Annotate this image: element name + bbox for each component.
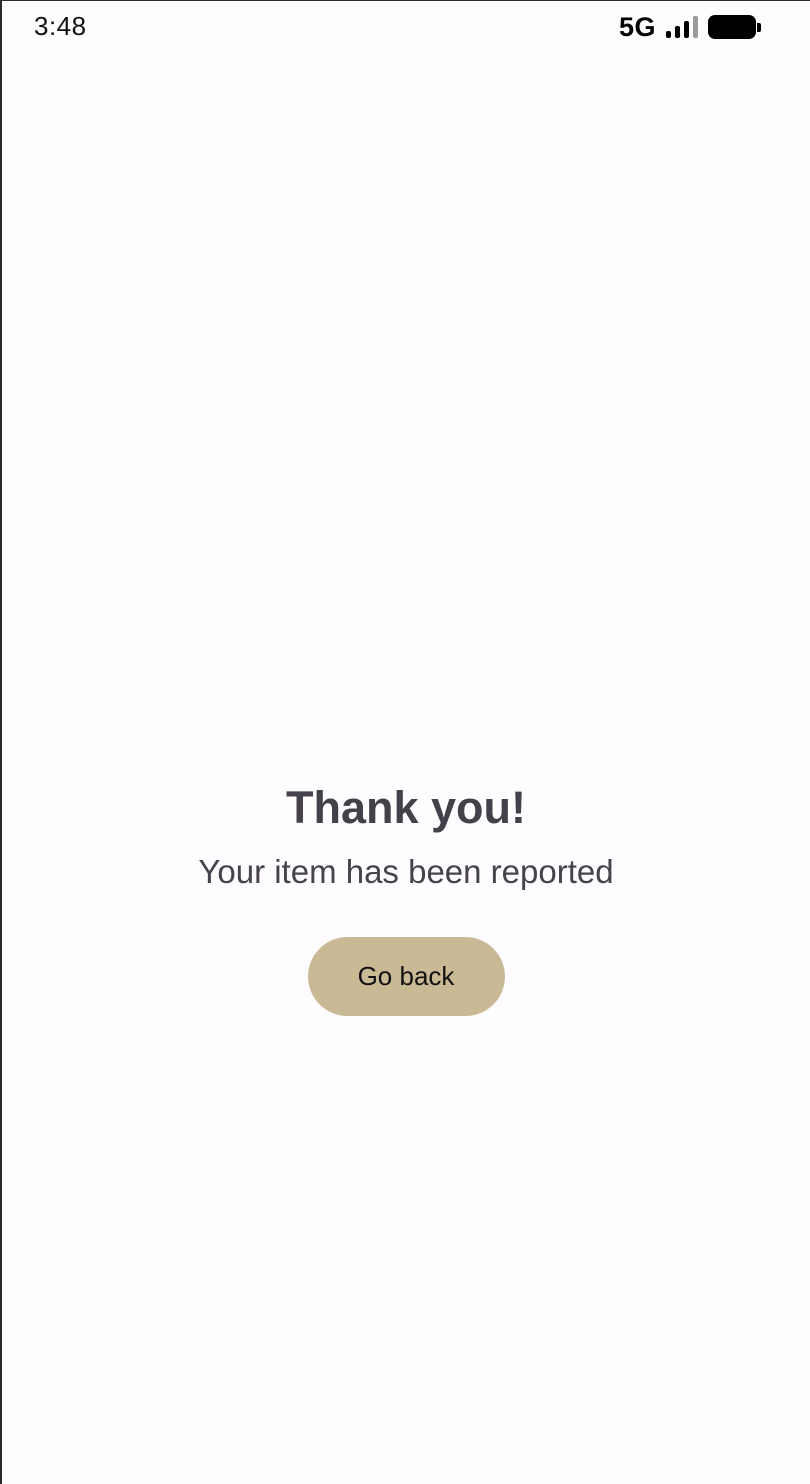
status-time: 3:48 [34,11,87,41]
status-bar: 3:48 5G [2,1,810,53]
confirmation-content: Thank you! Your item has been reported G… [2,781,810,1016]
status-icons: 5G [618,11,761,42]
page-title: Thank you! [285,782,526,833]
battery-icon [708,15,761,39]
signal-icon [666,16,698,38]
network-type-label: 5G [618,11,656,42]
confirmation-message: Your item has been reported [198,853,614,890]
confirmation-screen: 3:48 5G Thank you! Your item has been re… [0,0,810,1484]
go-back-button[interactable]: Go back [307,937,505,1016]
